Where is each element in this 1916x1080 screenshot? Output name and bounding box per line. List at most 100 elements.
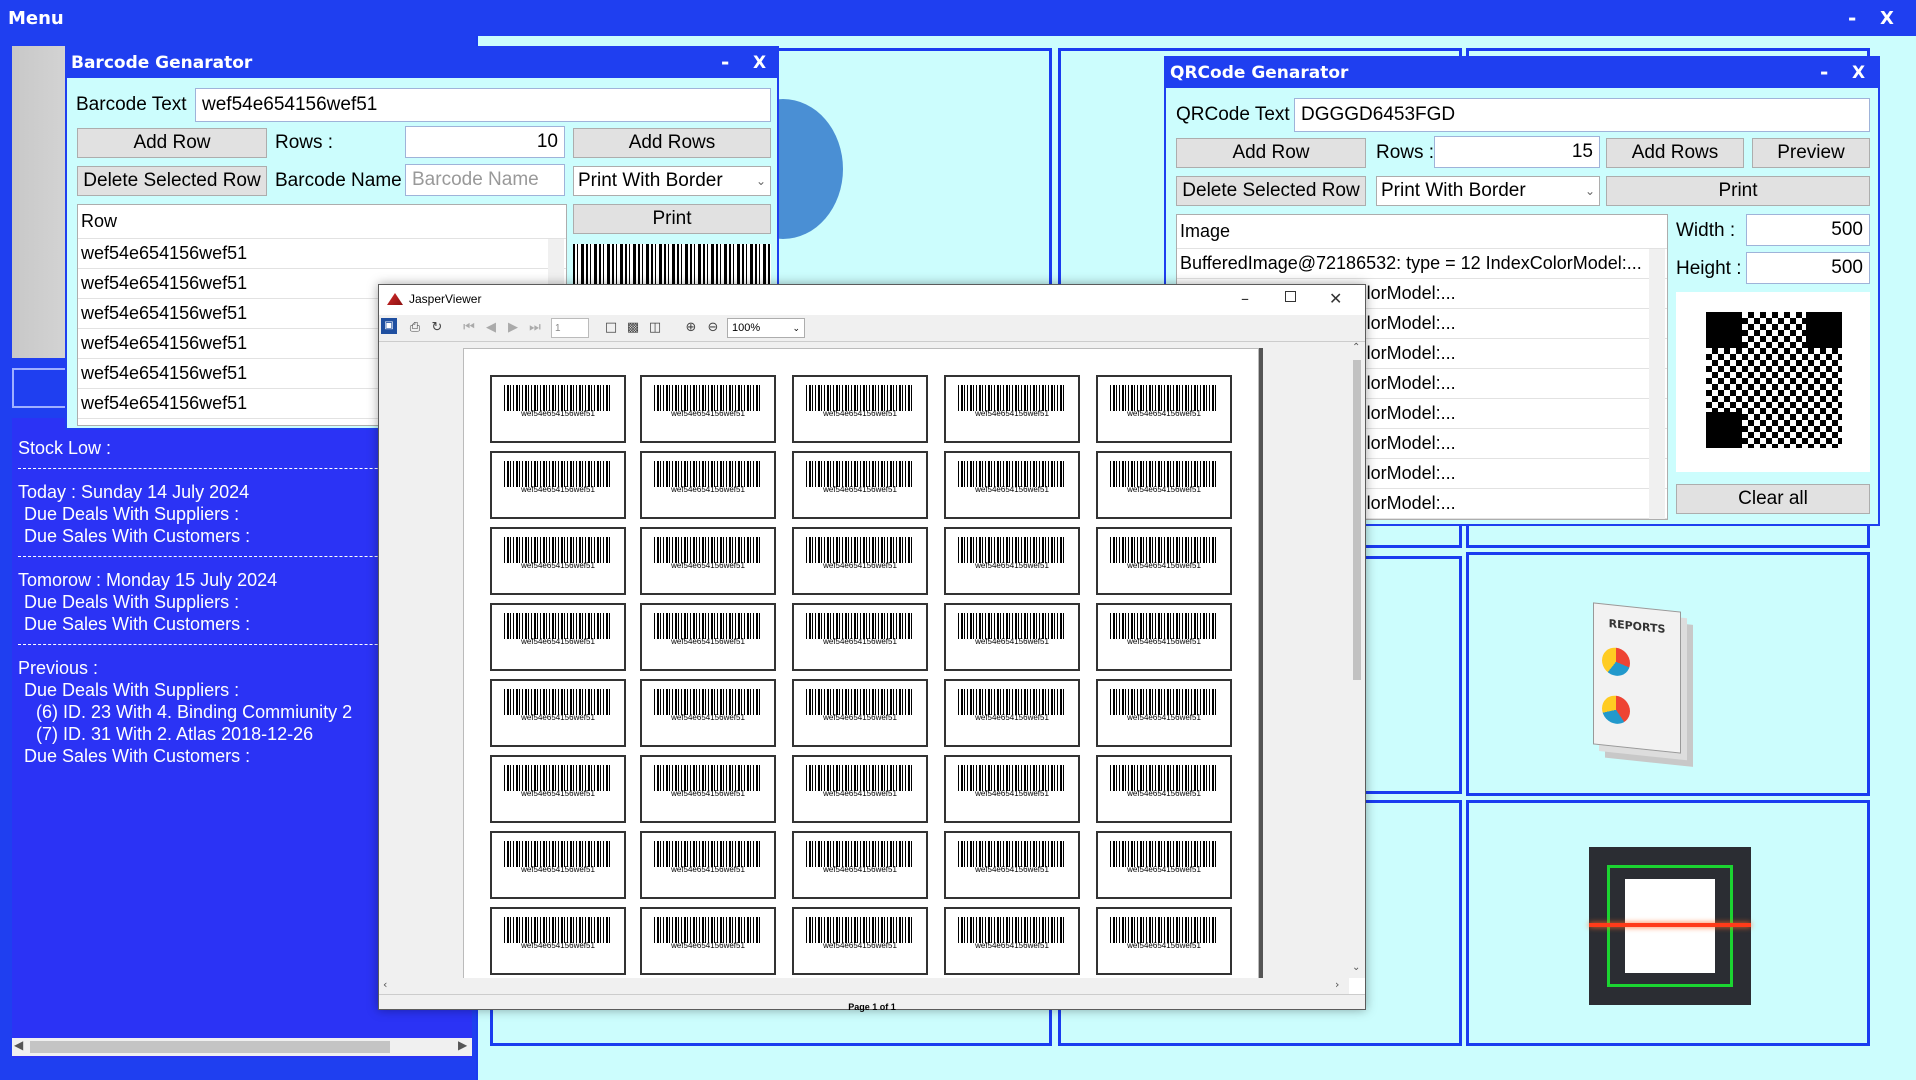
menu-minimize-button[interactable]: - [1848,6,1856,30]
scroll-right-icon[interactable]: › [1335,978,1339,991]
scroll-down-icon[interactable]: ⌄ [1352,962,1360,973]
qr-add-row-button[interactable]: Add Row [1176,138,1366,168]
barcode-caption: wef54e654156wef51 [521,713,595,722]
barcode-bars [806,537,914,563]
qr-add-rows-button[interactable]: Add Rows [1606,138,1744,168]
zoom-in-icon[interactable]: ⊕ [681,318,701,338]
barcode-bars [958,841,1066,867]
first-page-icon[interactable]: ⏮ [459,318,479,338]
reports-icon: REPORTS [1593,602,1681,754]
barcode-label: wef54e654156wef51 [1096,451,1232,519]
next-page-icon[interactable]: ▶ [503,318,523,338]
qr-print-button[interactable]: Print [1606,176,1870,206]
barcode-label: wef54e654156wef51 [490,375,626,443]
qr-minimize-button[interactable]: - [1820,60,1828,84]
fit-page-icon[interactable]: ▩ [623,318,643,338]
add-rows-button[interactable]: Add Rows [573,128,771,158]
barcode-window-title: Barcode Genarator [71,53,253,73]
actual-size-icon[interactable]: □ [601,318,621,338]
report-horizontal-scrollbar[interactable]: ‹ › [379,978,1349,994]
barcode-label: wef54e654156wef51 [640,907,776,975]
fit-width-icon[interactable]: ◫ [645,318,665,338]
barcode-label: wef54e654156wef51 [944,375,1080,443]
barcode-label: wef54e654156wef51 [640,831,776,899]
barcode-caption: wef54e654156wef51 [1127,637,1201,646]
reload-icon[interactable]: ↻ [427,318,447,338]
qr-text-input[interactable]: DGGGD6453FGD [1294,98,1870,132]
last-page-icon[interactable]: ⏭ [525,318,545,338]
barcode-caption: wef54e654156wef51 [671,637,745,646]
previous-customers-label: Due Sales With Customers : [24,746,251,766]
menu-close-button[interactable]: X [1880,8,1894,29]
info-horizontal-scrollbar[interactable]: ◀ ▶ [12,1038,472,1056]
scroll-thumb[interactable] [30,1041,390,1053]
list-header[interactable]: Row [78,205,566,239]
width-input[interactable]: 500 [1746,214,1870,246]
window-close-icon[interactable]: ✕ [1329,289,1342,308]
qr-preview-button[interactable]: Preview [1752,138,1870,168]
barcode-caption: wef54e654156wef51 [823,409,897,418]
previous-page-icon[interactable]: ◀ [481,318,501,338]
window-maximize-icon[interactable] [1285,291,1296,302]
zoom-out-icon[interactable]: ⊖ [703,318,723,338]
window-minimize-icon[interactable]: – [1241,289,1249,308]
print-icon[interactable]: ⎙ [405,318,425,338]
report-page: wef54e654156wef51 wef54e654156wef51 wef54e… [463,348,1259,978]
clear-all-button[interactable]: Clear all [1676,484,1870,514]
barcode-bars [504,689,612,715]
barcode-caption: wef54e654156wef51 [671,789,745,798]
zoom-select[interactable]: 100% ⌄ [727,318,805,338]
barcode-caption: wef54e654156wef51 [1127,561,1201,570]
scroll-thumb[interactable] [1353,360,1361,680]
today-suppliers-label: Due Deals With Suppliers : [24,504,240,524]
barcode-close-button[interactable]: X [753,53,766,73]
barcode-label: wef54e654156wef51 [1096,679,1232,747]
barcode-bars [958,613,1066,639]
tile-reports[interactable]: REPORTS [1466,552,1870,796]
tile-qr-scan[interactable] [1466,800,1870,1046]
barcode-name-label: Barcode Name : [275,170,413,191]
barcode-name-input[interactable]: Barcode Name [405,164,565,196]
report-vertical-scrollbar[interactable]: ⌃ ⌄ [1349,342,1365,978]
list-item[interactable]: wef54e654156wef51 [78,239,566,269]
barcode-bars [806,917,914,943]
barcode-text-input[interactable]: wef54e654156wef51 [195,88,771,122]
jasper-logo-icon [387,293,403,305]
list-item[interactable]: BufferedImage@72186532: type = 12 IndexC… [1177,249,1667,279]
barcode-label: wef54e654156wef51 [944,527,1080,595]
barcode-caption: wef54e654156wef51 [521,637,595,646]
list-header[interactable]: Image [1177,215,1667,249]
barcode-label: wef54e654156wef51 [640,451,776,519]
barcode-caption: wef54e654156wef51 [823,485,897,494]
qr-rows-input[interactable]: 15 [1434,136,1600,168]
qr-delete-selected-row-button[interactable]: Delete Selected Row [1176,176,1366,206]
qr-title-bar: QRCode Genarator - X [1166,58,1878,88]
add-row-button[interactable]: Add Row [77,128,267,158]
print-button[interactable]: Print [573,204,771,234]
scroll-up-icon[interactable]: ⌃ [1352,342,1360,353]
barcode-label: wef54e654156wef51 [640,603,776,671]
height-input[interactable]: 500 [1746,252,1870,284]
scroll-left-icon[interactable]: ◀ [14,1038,23,1052]
barcode-bars [1110,917,1218,943]
barcode-caption: wef54e654156wef51 [823,713,897,722]
scroll-right-icon[interactable]: ▶ [458,1038,467,1052]
print-mode-select[interactable]: Print With Border ⌄ [573,166,771,196]
barcode-caption: wef54e654156wef51 [671,485,745,494]
menu-title: Menu [8,8,64,29]
barcode-caption: wef54e654156wef51 [671,941,745,950]
barcode-bars [958,917,1066,943]
page-number-input[interactable]: 1 [551,318,589,338]
qr-list-vertical-scrollbar[interactable] [1649,249,1665,519]
qr-close-button[interactable]: X [1852,63,1865,83]
barcode-minimize-button[interactable]: - [721,50,729,74]
barcode-caption: wef54e654156wef51 [823,637,897,646]
barcode-label: wef54e654156wef51 [792,375,928,443]
qr-print-mode-select[interactable]: Print With Border ⌄ [1376,176,1600,206]
save-icon[interactable]: ▣ [381,318,397,334]
rows-input[interactable]: 10 [405,126,565,158]
barcode-bars [654,613,762,639]
delete-selected-row-button[interactable]: Delete Selected Row [77,166,267,196]
report-viewport[interactable]: wef54e654156wef51 wef54e654156wef51 wef54e… [379,342,1349,978]
scroll-left-icon[interactable]: ‹ [383,978,387,991]
